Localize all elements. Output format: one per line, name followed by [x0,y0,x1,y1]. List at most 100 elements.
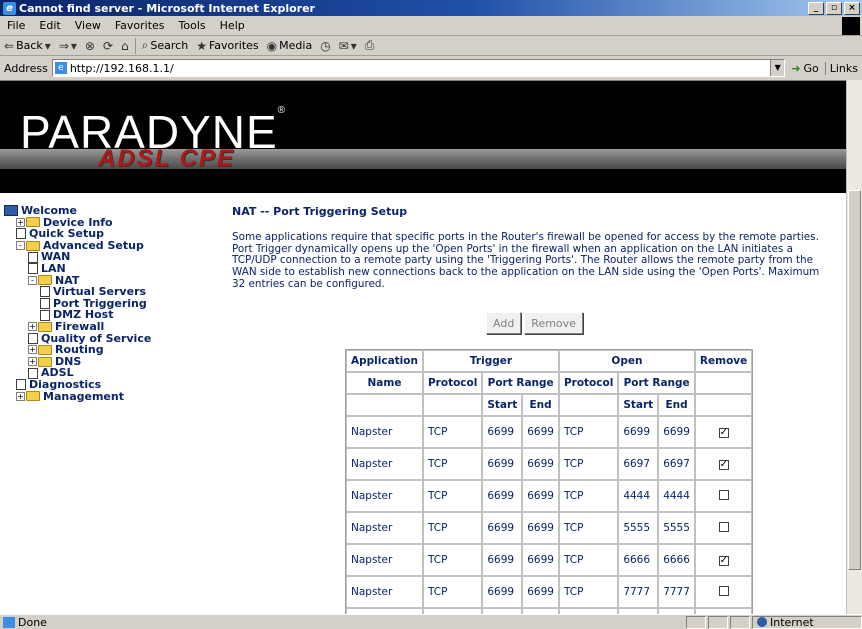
table-row: Napster TCP 6699 6699 TCP 5555 5555 [346,512,753,544]
document-icon [28,263,38,275]
menu-help[interactable]: Help [213,19,252,32]
cell-remove [694,576,753,608]
print-button[interactable]: ⎙ [361,38,379,53]
collapse-icon[interactable]: - [16,241,25,251]
nav-item-virtual-servers[interactable]: Virtual Servers [4,286,224,298]
home-button[interactable]: ⌂ [117,39,133,53]
brand-banner: PARADYNE® ADSL CPE [0,81,846,193]
nav-item-wan[interactable]: WAN [4,251,224,263]
remove-checkbox[interactable] [718,521,729,532]
cell-tend: 6699 [522,448,559,480]
favorites-icon: ★ [196,38,207,53]
col-blank-3 [558,394,619,416]
menu-edit[interactable]: Edit [32,19,67,32]
cell-tstart: 6699 [482,480,523,512]
nav-item-quality-of-service[interactable]: Quality of Service [4,332,224,345]
page-status-icon [3,616,15,628]
favorites-button[interactable]: ★ Favorites [192,39,262,53]
monitor-icon [4,205,18,217]
cell-name: Napster [346,416,423,448]
cell-ostart: 5555 [618,512,659,544]
col-remove-blank [694,372,753,394]
address-input[interactable]: e http://192.168.1.1/ ▼ [51,59,786,77]
status-text: Done [18,615,47,629]
cell-name: Napster [346,480,423,512]
window-title: Cannot find server - Microsoft Internet … [19,1,315,15]
nav-item-port-triggering[interactable]: Port Triggering [4,298,224,310]
expand-icon[interactable]: + [28,345,37,355]
remove-checkbox[interactable]: ✓ [718,428,729,438]
col-remove: Remove [694,350,753,372]
page-description: Some applications require that specific … [232,231,820,290]
back-button[interactable]: ⇐ Back ▾ [0,39,55,53]
cell-ostart: 6666 [618,544,659,576]
table-row: Napster TCP 6699 6699 TCP 7777 7777 [346,576,753,608]
col-trigger-end: End [522,394,559,416]
nav-item-diagnostics[interactable]: Diagnostics [4,379,224,391]
col-open: Open [558,350,695,372]
remove-checkbox[interactable] [718,585,729,596]
nav-item-dns[interactable]: + DNS [4,356,224,368]
refresh-button[interactable]: ⟳ [99,39,117,53]
search-button[interactable]: ⌕ Search [138,38,193,53]
expand-icon[interactable]: + [16,217,25,227]
address-dropdown-button[interactable]: ▼ [770,60,785,76]
cell-tend: 6699 [522,480,559,512]
add-button[interactable]: Add [486,312,522,334]
cell-remove: ✓ [694,416,753,448]
go-button[interactable]: ➜ Go [785,62,824,75]
cell-ostart: 4444 [618,480,659,512]
cell-ostart: 7777 [618,576,659,608]
history-button[interactable]: ◷ [316,39,334,53]
nav-item-label: Management [43,389,124,403]
collapse-icon[interactable]: - [28,275,37,285]
address-url[interactable]: http://192.168.1.1/ [70,62,767,75]
remove-button[interactable]: Remove [524,312,583,334]
nav-item-advanced-setup[interactable]: - Advanced Setup [4,240,224,252]
history-icon: ◷ [320,38,331,53]
nav-item-firewall[interactable]: + Firewall [4,321,224,333]
menu-tools[interactable]: Tools [172,19,213,32]
nav-item-management[interactable]: + Management [4,389,224,403]
nav-item-routing[interactable]: + Routing [4,344,224,356]
cell-tproto: TCP [422,416,483,448]
forward-button[interactable]: ⇒ ▾ [55,39,81,53]
maximize-button[interactable]: ▫ [826,1,842,15]
vertical-scrollbar[interactable] [846,80,862,614]
remove-checkbox[interactable] [718,489,729,500]
cell-oend: 6666 [658,544,695,576]
links-button[interactable]: Links [824,61,862,75]
cell-tstart: 6699 [482,512,523,544]
window-title-bar[interactable]: e Cannot find server - Microsoft Interne… [0,0,862,16]
nav-item-lan[interactable]: LAN [4,263,224,275]
mail-button[interactable]: ✉ ▾ [335,39,361,53]
stop-button[interactable]: ⊗ [81,39,99,53]
cell-remove: ✓ [694,448,753,480]
scrollbar-thumb[interactable] [848,190,861,570]
cell-name: Napster [346,544,423,576]
menu-file[interactable]: File [0,19,32,32]
remove-checkbox[interactable]: ✓ [718,460,729,470]
menu-favorites[interactable]: Favorites [108,19,172,32]
nav-item-dmz-host[interactable]: DMZ Host [4,309,224,321]
status-pane-3 [730,615,750,629]
cell-oend: 7777 [658,576,695,608]
col-name: Name [346,372,423,394]
cell-remove: ✓ [694,544,753,576]
folder-icon [26,391,40,402]
forward-arrow-icon: ⇒ [58,38,69,53]
nav-item-label: Diagnostics [29,377,102,391]
folder-icon [26,217,40,228]
ie-logo-icon: e [3,1,16,15]
remove-checkbox[interactable]: ✓ [718,556,729,566]
media-button[interactable]: ◉ Media [263,39,317,53]
close-button[interactable]: × [844,1,860,15]
expand-icon[interactable]: + [28,322,37,332]
cell-ostart: 6697 [618,448,659,480]
print-icon: ⎙ [364,38,375,52]
minimize-button[interactable]: _ [808,1,824,15]
menu-view[interactable]: View [68,19,108,32]
expand-icon[interactable]: + [28,357,37,367]
nav-item-welcome[interactable]: Welcome [4,205,224,217]
expand-icon[interactable]: + [16,391,25,401]
